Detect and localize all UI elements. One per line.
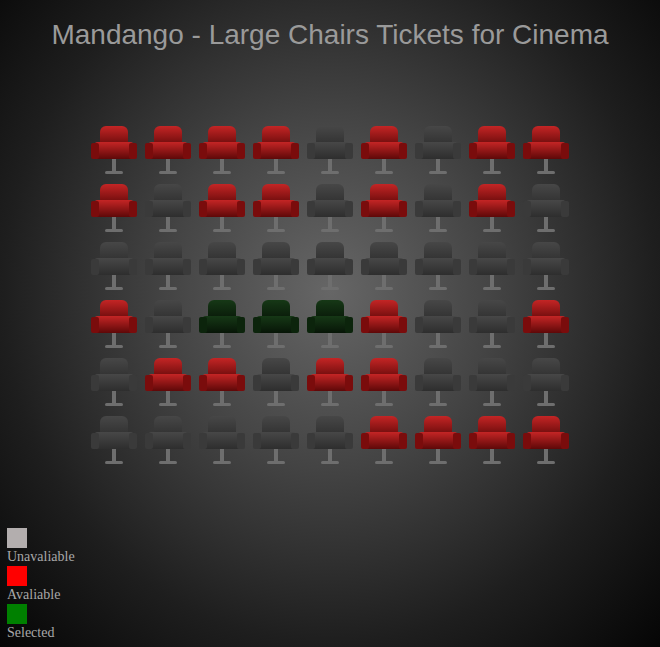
seat (198, 415, 246, 467)
seat[interactable] (360, 183, 408, 235)
seat[interactable] (360, 125, 408, 177)
seat (468, 357, 516, 409)
seat[interactable] (522, 415, 570, 467)
seat (306, 415, 354, 467)
legend-item: Avaliable (7, 566, 660, 604)
seat[interactable] (360, 299, 408, 351)
seat[interactable] (468, 183, 516, 235)
legend-swatch (7, 604, 27, 624)
seat (144, 241, 192, 293)
seat[interactable] (198, 183, 246, 235)
seat[interactable] (468, 415, 516, 467)
seat[interactable] (252, 299, 300, 351)
seat[interactable] (360, 415, 408, 467)
seat (522, 357, 570, 409)
seat (144, 299, 192, 351)
seat (252, 415, 300, 467)
seat[interactable] (252, 183, 300, 235)
seat (252, 357, 300, 409)
seat (90, 241, 138, 293)
seat[interactable] (522, 299, 570, 351)
legend-swatch (7, 528, 27, 548)
legend-label: Unavaliable (7, 548, 660, 566)
seat (414, 241, 462, 293)
legend: Unavaliable Avaliable Selected (0, 528, 660, 642)
cinema-page: Mandango - Large Chairs Tickets for Cine… (0, 0, 660, 647)
seat[interactable] (90, 299, 138, 351)
seat (306, 241, 354, 293)
seat[interactable] (198, 125, 246, 177)
page-title: Mandango - Large Chairs Tickets for Cine… (0, 18, 660, 52)
seat (414, 357, 462, 409)
seat (144, 183, 192, 235)
seat[interactable] (198, 357, 246, 409)
seat[interactable] (90, 183, 138, 235)
seat[interactable] (144, 357, 192, 409)
seat-grid (90, 125, 570, 467)
seat (252, 241, 300, 293)
seat (360, 241, 408, 293)
seat (198, 241, 246, 293)
seat[interactable] (252, 125, 300, 177)
seat[interactable] (90, 125, 138, 177)
seat (144, 415, 192, 467)
legend-label: Avaliable (7, 586, 660, 604)
seat (90, 415, 138, 467)
seat (414, 125, 462, 177)
seat[interactable] (360, 357, 408, 409)
seat (90, 357, 138, 409)
seat[interactable] (144, 125, 192, 177)
seat (522, 183, 570, 235)
seat (414, 299, 462, 351)
seat[interactable] (522, 125, 570, 177)
seat[interactable] (306, 299, 354, 351)
seat (414, 183, 462, 235)
seat[interactable] (468, 125, 516, 177)
legend-swatch (7, 566, 27, 586)
legend-item: Unavaliable (7, 528, 660, 566)
seat (306, 125, 354, 177)
legend-label: Selected (7, 624, 660, 642)
seat (468, 299, 516, 351)
seat[interactable] (414, 415, 462, 467)
legend-item: Selected (7, 604, 660, 642)
seat (522, 241, 570, 293)
seat (468, 241, 516, 293)
seat (306, 183, 354, 235)
seat[interactable] (198, 299, 246, 351)
seat[interactable] (306, 357, 354, 409)
